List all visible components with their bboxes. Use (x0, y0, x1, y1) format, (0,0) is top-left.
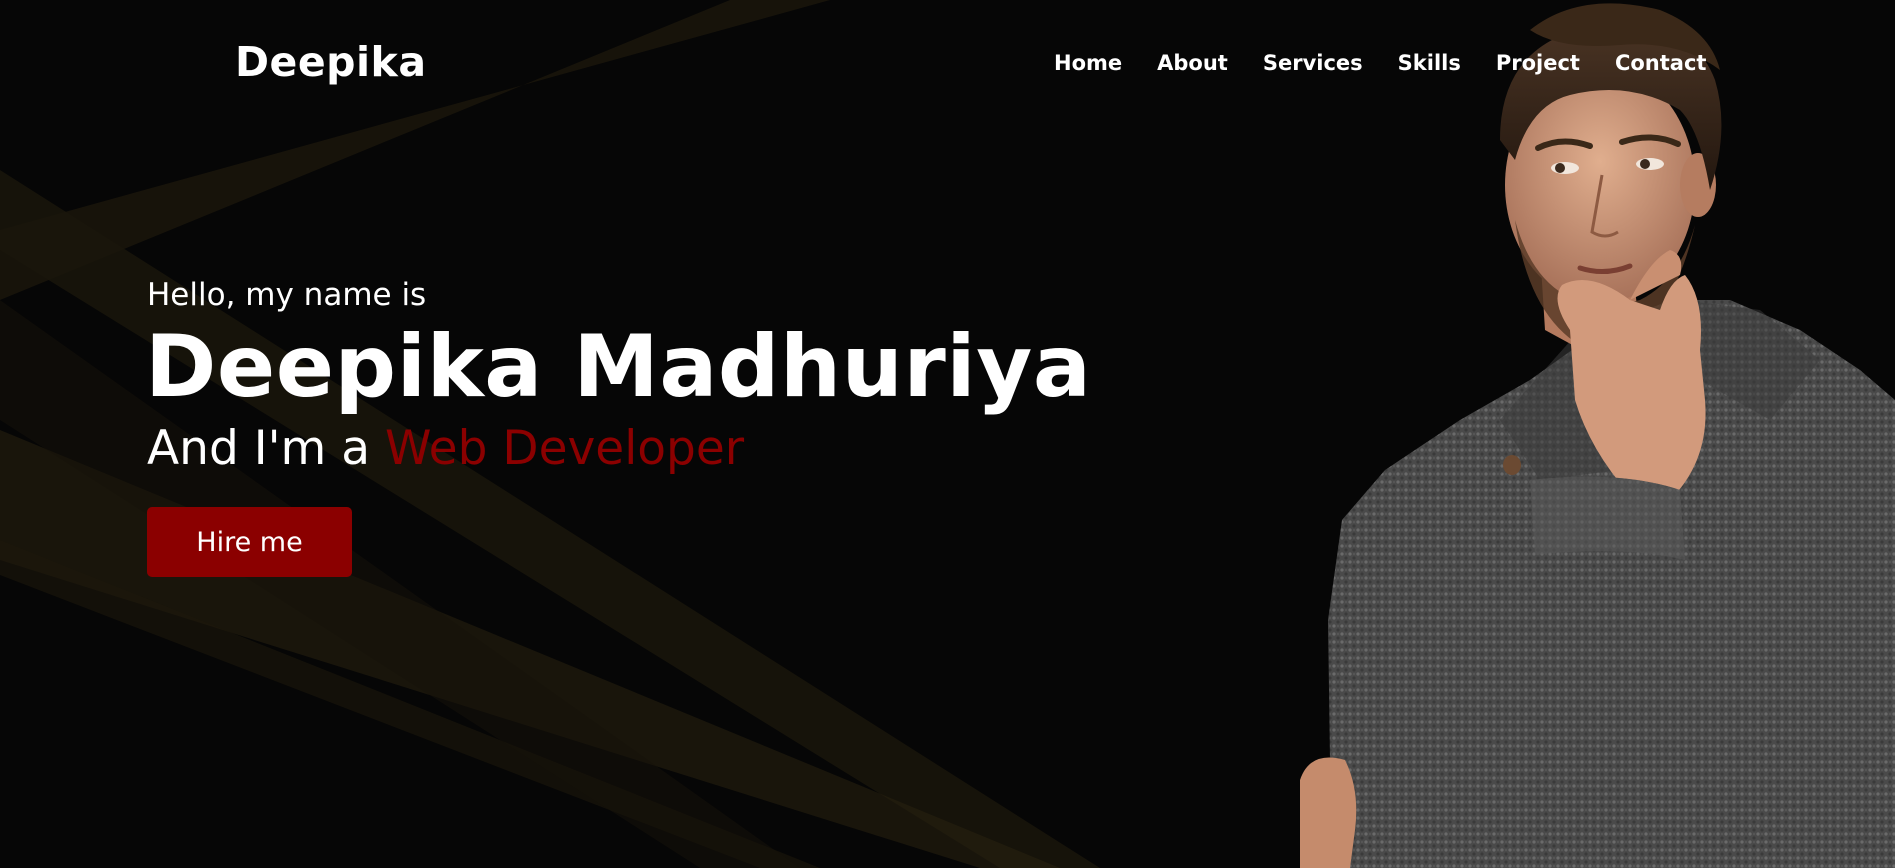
nav-link-services[interactable]: Services (1263, 50, 1363, 76)
nav-link-skills[interactable]: Skills (1398, 50, 1461, 76)
nav-item-about: About (1157, 50, 1263, 76)
nav-item-contact: Contact (1615, 50, 1742, 76)
nav-link-project[interactable]: Project (1496, 50, 1580, 76)
nav-link-home[interactable]: Home (1054, 50, 1122, 76)
hero-name: Deepika Madhuriya (145, 317, 1092, 417)
site-logo[interactable]: Deepika (235, 38, 426, 86)
nav-item-project: Project (1496, 50, 1615, 76)
hero-role-prefix: And I'm a (147, 421, 385, 476)
hero-greeting: Hello, my name is (147, 277, 427, 313)
hero-role: And I'm a Web Developer (147, 419, 1091, 479)
nav-menu: Home About Services Skills Project Conta… (1054, 50, 1741, 76)
navbar: Deepika Home About Services Skills Proje… (0, 0, 1895, 126)
nav-item-services: Services (1263, 50, 1398, 76)
nav-item-skills: Skills (1398, 50, 1496, 76)
hire-me-button[interactable]: Hire me (147, 507, 352, 577)
nav-link-about[interactable]: About (1157, 50, 1228, 76)
hero-content: Hello, my name is Deepika Madhuriya And … (145, 275, 1092, 577)
nav-item-home: Home (1054, 50, 1157, 76)
nav-link-contact[interactable]: Contact (1615, 50, 1707, 76)
hero-role-highlight: Web Developer (384, 421, 745, 476)
page: Deepika Home About Services Skills Proje… (0, 0, 1895, 868)
portrait-image (1300, 3, 1895, 868)
